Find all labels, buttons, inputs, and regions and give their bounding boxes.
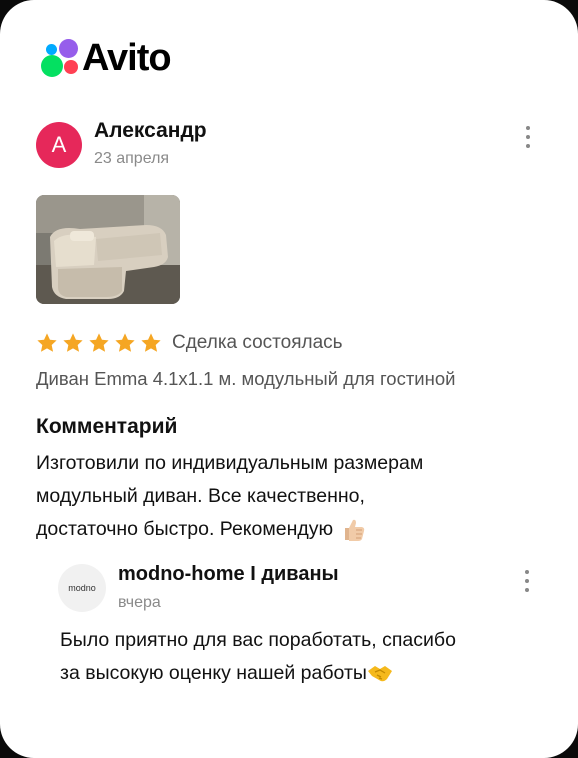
reply-date: вчера	[118, 594, 161, 611]
star-icon	[37, 333, 57, 352]
reply-line: Было приятно для вас поработать, спасибо	[60, 629, 456, 651]
comment-line: Изготовили по индивидуальным размерам	[36, 452, 424, 474]
seller-avatar[interactable]: modno	[58, 564, 106, 612]
star-icon	[115, 333, 135, 352]
star-icon	[89, 333, 109, 352]
avito-logo-text: Avito	[82, 37, 172, 79]
star-icon	[141, 333, 161, 352]
author-avatar[interactable]: А	[36, 122, 82, 168]
avito-logo[interactable]: Avito	[40, 37, 172, 79]
reply-line: за высокую оценку нашей работы	[60, 662, 367, 684]
comment-line: модульный диван. Все качественно,	[36, 485, 365, 507]
comment-line: достаточно быстро. Рекомендую	[36, 518, 334, 540]
review-photo[interactable]	[36, 195, 180, 304]
review-date: 23 апреля	[94, 150, 170, 167]
reply-more-icon[interactable]	[517, 568, 537, 594]
rating: Сделка состоялась	[36, 332, 343, 354]
thumbs-up-icon	[344, 519, 364, 541]
comment-text: Изготовили по индивидуальным размерам мо…	[36, 447, 546, 546]
reply-text: Было приятно для вас поработать, спасибо…	[60, 624, 550, 690]
seller-name[interactable]: modno-home I диваны	[118, 563, 339, 586]
handshake-icon	[367, 665, 392, 682]
star-icon	[63, 333, 83, 352]
author-name[interactable]: Александр	[94, 119, 207, 143]
comment-title: Комментарий	[36, 415, 178, 438]
product-link[interactable]: Диван Emma 4.1x1.1 м. модульный для гост…	[36, 368, 455, 390]
deal-status: Сделка состоялась	[172, 332, 343, 353]
review-card: Avito А Александр 23 апреля Сделка состо…	[0, 0, 578, 758]
avito-logo-dots	[40, 38, 80, 78]
review-more-icon[interactable]	[518, 124, 538, 150]
